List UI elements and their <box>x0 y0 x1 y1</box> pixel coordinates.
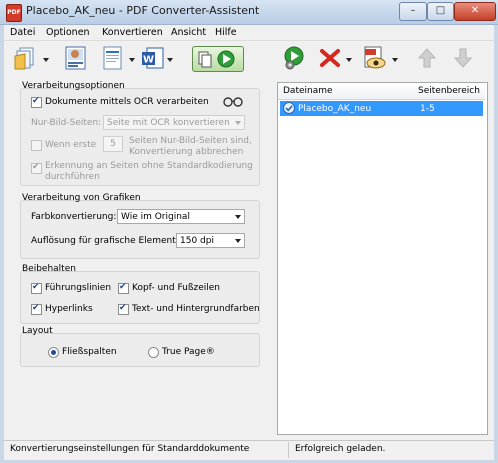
menu-datei[interactable]: Datei <box>10 27 35 38</box>
view-pdf-icon <box>364 46 386 69</box>
file-list[interactable] <box>277 82 488 435</box>
resolution-value: 150 dpi <box>180 236 214 246</box>
chevron-down-icon <box>235 215 241 219</box>
guidelines-label: Führungslinien <box>45 283 112 293</box>
detect-encoding-label-2: durchführen <box>45 172 100 182</box>
resolution-label: Auflösung für grafische Elemente: <box>31 236 185 246</box>
file-range-cell: 1-5 <box>420 104 435 114</box>
first-pages-count-value: 5 <box>110 139 116 149</box>
ocr-view-icon <box>65 46 86 70</box>
image-pages-value: Seite mit OCR konvertieren <box>107 118 230 128</box>
header-footer-label: Kopf- und Fußzeilen <box>132 283 221 293</box>
first-pages-desc-1: Seiten Nur-Bild-Seiten sind, <box>129 136 252 146</box>
image-pages-label: Nur-Bild-Seiten: <box>31 118 102 128</box>
window-title: Placebo_AK_neu - PDF Converter-Assistent <box>26 4 260 17</box>
hyperlinks-label: Hyperlinks <box>45 304 93 314</box>
glasses-icon[interactable] <box>223 94 243 108</box>
menu-ansicht[interactable]: Ansicht <box>171 27 206 38</box>
status-right: Erfolgreich geladen. <box>295 444 386 454</box>
settings-run-icon <box>284 46 304 70</box>
move-up-icon <box>417 48 437 68</box>
ocr-checkbox[interactable] <box>31 96 42 108</box>
settings-run-button[interactable] <box>282 46 306 70</box>
ocr-label: Dokumente mittels OCR verarbeiten <box>45 97 209 107</box>
column-filename[interactable]: Dateiname <box>283 86 333 96</box>
menu-konvertieren[interactable]: Konvertieren <box>102 27 163 38</box>
move-down-button[interactable] <box>451 46 475 70</box>
flow-columns-label: Fließspalten <box>62 347 117 357</box>
open-file-icon <box>14 47 34 70</box>
detect-encoding-checkbox[interactable] <box>31 162 42 174</box>
first-pages-checkbox[interactable] <box>31 140 42 151</box>
file-name-cell: Placebo_AK_neu <box>298 104 372 114</box>
remove-button[interactable] <box>318 46 342 70</box>
graphics-title: Verarbeitung von Grafiken <box>22 193 141 203</box>
move-up-button[interactable] <box>415 46 439 70</box>
move-down-icon <box>453 48 473 68</box>
menu-optionen[interactable]: Optionen <box>46 27 90 38</box>
true-page-label: True Page® <box>162 347 215 357</box>
column-page-range[interactable]: Seitenbereich <box>418 86 480 96</box>
convert-icon <box>198 50 235 68</box>
check-circle-icon <box>283 102 295 114</box>
minimize-button[interactable]: – <box>399 2 427 21</box>
word-dropdown-arrow[interactable] <box>167 58 173 62</box>
remove-icon <box>320 49 340 67</box>
resolution-select[interactable]: 150 dpi <box>176 233 245 248</box>
convert-button[interactable] <box>192 46 244 72</box>
first-pages-count-field[interactable]: 5 <box>103 136 123 152</box>
app-icon: PDF <box>6 4 22 22</box>
first-pages-label: Wenn erste <box>45 140 97 150</box>
maximize-button[interactable]: □ <box>427 2 454 21</box>
true-page-radio[interactable] <box>148 347 159 358</box>
svg-text:W: W <box>143 55 154 66</box>
header-footer-checkbox[interactable] <box>118 282 129 294</box>
first-pages-desc-2: Konvertierung abbrechen <box>129 147 244 157</box>
text-bg-colors-label: Text- und Hintergrundfarben <box>132 304 260 314</box>
image-pages-select[interactable]: Seite mit OCR konvertieren <box>103 115 245 130</box>
menu-hilfe[interactable]: Hilfe <box>215 27 237 38</box>
document-icon <box>103 46 122 70</box>
processing-options-title: Verarbeitungsoptionen <box>22 81 125 91</box>
status-left: Konvertierungseinstellungen für Standard… <box>10 444 250 454</box>
word-button[interactable]: W <box>141 46 165 70</box>
open-dropdown-arrow[interactable] <box>43 58 49 62</box>
chevron-down-icon <box>235 121 241 125</box>
retain-group <box>20 271 260 324</box>
close-button[interactable]: ✕ <box>454 2 496 21</box>
layout-title: Layout <box>22 326 53 336</box>
color-conversion-label: Farbkonvertierung: <box>31 212 117 222</box>
ocr-view-button[interactable] <box>64 46 88 70</box>
flow-columns-radio[interactable] <box>48 347 59 358</box>
document-button[interactable] <box>101 46 125 70</box>
detect-encoding-label-1: Erkennung an Seiten ohne Standardkodieru… <box>45 161 253 171</box>
color-conversion-value: Wie im Original <box>121 212 190 222</box>
view-pdf-dropdown-arrow[interactable] <box>392 58 398 62</box>
guidelines-checkbox[interactable] <box>31 282 42 294</box>
open-file-button[interactable] <box>14 46 38 70</box>
color-conversion-select[interactable]: Wie im Original <box>117 209 245 224</box>
remove-dropdown-arrow[interactable] <box>346 58 352 62</box>
text-bg-colors-checkbox[interactable] <box>118 303 129 315</box>
view-pdf-button[interactable] <box>362 46 386 70</box>
hyperlinks-checkbox[interactable] <box>31 303 42 315</box>
retain-title: Beibehalten <box>22 264 76 274</box>
chevron-down-icon <box>235 239 241 243</box>
word-icon: W <box>142 47 164 69</box>
document-dropdown-arrow[interactable] <box>129 58 135 62</box>
status-separator <box>288 442 289 458</box>
